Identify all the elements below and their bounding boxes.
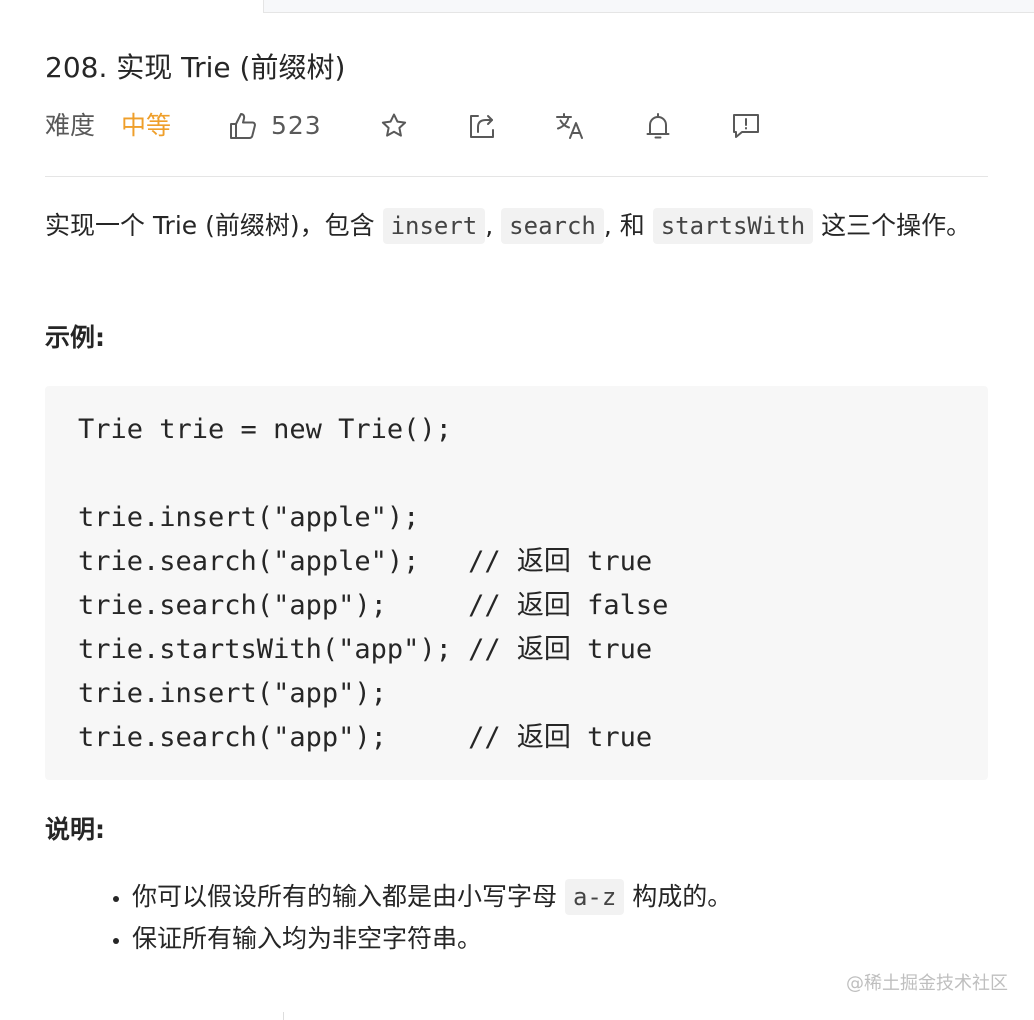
share-icon[interactable]	[466, 110, 498, 142]
example-heading: 示例:	[45, 323, 105, 352]
note-text: 构成的。	[624, 882, 733, 911]
like-count: 523	[271, 111, 322, 140]
watermark: @稀土掘金技术社区	[846, 973, 1008, 994]
example-code: Trie trie = new Trie(); trie.insert("app…	[78, 414, 669, 753]
like-icon[interactable]	[227, 110, 259, 142]
example-code-block: Trie trie = new Trie(); trie.insert("app…	[45, 386, 988, 780]
description-text: 实现一个 Trie (前缀树)，包含	[45, 211, 383, 240]
difficulty-label: 难度	[45, 111, 96, 140]
description-separator: ,	[485, 211, 502, 240]
inline-code-search: search	[501, 208, 604, 244]
list-item: 保证所有输入均为非空字符串。	[132, 918, 990, 960]
description-text: 这三个操作。	[813, 211, 972, 240]
notes-list: 你可以假设所有的输入都是由小写字母 a-z 构成的。 保证所有输入均为非空字符串…	[45, 876, 990, 960]
difficulty-badge: 中等	[121, 111, 172, 140]
divider	[45, 176, 988, 177]
inline-code-insert: insert	[382, 208, 486, 244]
notes-heading: 说明:	[45, 815, 105, 844]
inline-code-startswith: startsWith	[652, 208, 814, 244]
panel-edge-mark	[283, 1012, 284, 1020]
problem-meta-bar: 难度 中等 523	[45, 106, 945, 146]
top-panel-edge	[263, 0, 1034, 13]
description-separator: , 和	[603, 211, 653, 240]
inline-code-range: a-z	[564, 879, 625, 915]
feedback-icon[interactable]	[730, 110, 762, 142]
translate-icon[interactable]	[554, 110, 586, 142]
list-item: 你可以假设所有的输入都是由小写字母 a-z 构成的。	[132, 876, 990, 918]
problem-description: 实现一个 Trie (前缀树)，包含 insert, search, 和 sta…	[45, 204, 990, 248]
problem-title: 208. 实现 Trie (前缀树)	[45, 51, 346, 84]
bell-icon[interactable]	[642, 110, 674, 142]
note-text: 你可以假设所有的输入都是由小写字母	[132, 882, 565, 911]
note-text: 保证所有输入均为非空字符串。	[132, 924, 483, 953]
star-icon[interactable]	[378, 110, 410, 142]
